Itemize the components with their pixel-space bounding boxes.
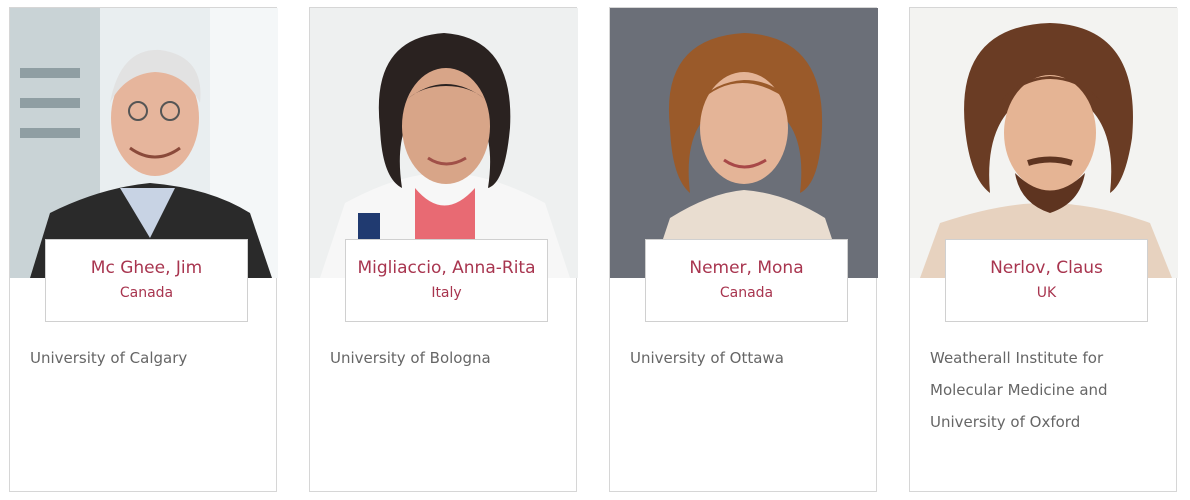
nameplate: Mc Ghee, Jim Canada (45, 239, 248, 322)
person-affiliation: University of Ottawa (630, 349, 784, 367)
person-name[interactable]: Nerlov, Claus (946, 258, 1147, 278)
person-name[interactable]: Mc Ghee, Jim (46, 258, 247, 278)
person-card[interactable]: Nemer, Mona Canada University of Ottawa (609, 7, 878, 492)
person-card[interactable]: Migliaccio, Anna-Rita Italy University o… (309, 7, 578, 492)
person-affiliation: University of Bologna (330, 349, 491, 367)
person-country: Italy (431, 285, 462, 301)
person-photo[interactable] (910, 8, 1178, 278)
person-country: Canada (119, 285, 174, 301)
person-photo[interactable] (10, 8, 278, 278)
nameplate: Migliaccio, Anna-Rita Italy (345, 239, 548, 322)
person-country: Canada (719, 285, 774, 301)
person-card[interactable]: Nerlov, Claus UK Weatherall Institute fo… (909, 7, 1178, 492)
nameplate: Nerlov, Claus UK (945, 239, 1148, 322)
nameplate: Nemer, Mona Canada (645, 239, 848, 322)
people-grid: Mc Ghee, Jim Canada University of Calgar… (0, 0, 1190, 500)
person-affiliation: University of Calgary (30, 349, 188, 367)
person-name[interactable]: Nemer, Mona (646, 258, 847, 278)
person-photo[interactable] (310, 8, 578, 278)
person-name[interactable]: Migliaccio, Anna-Rita (346, 258, 547, 278)
person-photo[interactable] (610, 8, 878, 278)
person-affiliation: Weatherall Institute for Molecular Medic… (930, 349, 1108, 431)
person-country: UK (1036, 285, 1057, 301)
person-card[interactable]: Mc Ghee, Jim Canada University of Calgar… (9, 7, 278, 492)
